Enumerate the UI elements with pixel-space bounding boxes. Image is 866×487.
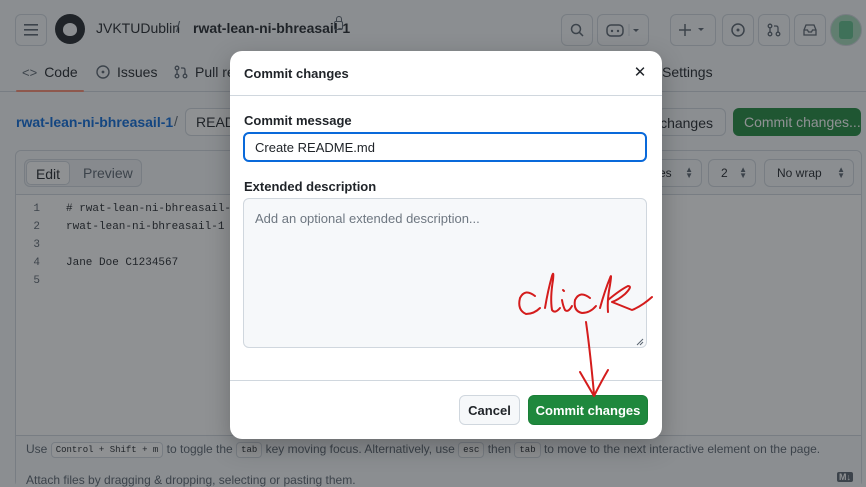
close-icon[interactable]: ✕ [630,63,650,83]
extended-description-textarea[interactable] [243,198,647,348]
commit-changes-button[interactable]: Commit changes [528,395,648,425]
cancel-button[interactable]: Cancel [459,395,520,425]
dialog-header: Commit changes ✕ [230,51,662,96]
resize-handle-icon[interactable] [636,338,644,346]
commit-changes-dialog: Commit changes ✕ Commit message Extended… [230,51,662,439]
commit-message-input[interactable] [243,132,647,162]
commit-message-label: Commit message [244,113,352,128]
page: JVKTUDublin / rwat-lean-ni-bhreasail-1 <… [0,0,866,487]
dialog-footer-divider [230,380,662,381]
extended-description-label: Extended description [244,179,377,194]
dialog-title: Commit changes [244,66,349,81]
